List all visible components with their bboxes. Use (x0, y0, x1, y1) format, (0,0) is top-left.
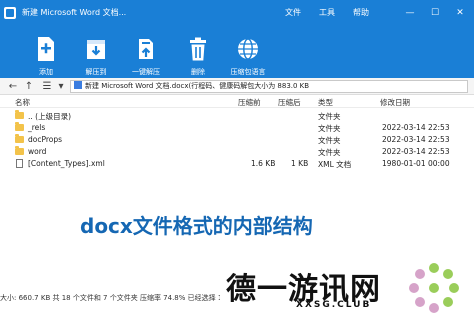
caption-text: docx文件格式的内部结构 (80, 214, 313, 238)
list-item[interactable]: _rels 文件夹 2022-03-14 22:53 (0, 122, 474, 133)
item-name: [Content_Types].xml (28, 159, 105, 168)
folder-icon (15, 146, 24, 155)
title-bar: 新建 Microsoft Word 文档... 文件 工具 帮助 — ☐ ✕ (0, 0, 474, 26)
app-icon (4, 7, 16, 19)
menu-help[interactable]: 帮助 (353, 8, 369, 17)
path-text: 新建 Microsoft Word 文档.docx(行程码、健康码解包大小为 8… (85, 82, 310, 90)
menu-bar: 文件 工具 帮助 (267, 7, 369, 18)
menu-tools[interactable]: 工具 (319, 8, 335, 17)
up-arrow-icon[interactable]: ↑ (22, 80, 36, 93)
one-click-extract-button[interactable]: 一键解压 (121, 36, 171, 77)
column-size-before[interactable]: 压缩前 (238, 97, 261, 108)
folder-icon (15, 134, 24, 143)
brand-url: XXSG.CLUB (296, 300, 372, 310)
toolbar: 添加 解压到 一键解压 删除 压缩包语言 (0, 26, 474, 78)
column-modified[interactable]: 修改日期 (380, 97, 410, 108)
item-date: 2022-03-14 22:53 (382, 147, 450, 156)
list-item[interactable]: [Content_Types].xml 1.6 KB 1 KB XML 文档 1… (0, 158, 474, 169)
globe-icon (238, 38, 258, 60)
item-name: .. (上级目录) (28, 112, 72, 121)
one-click-extract-icon (139, 39, 153, 59)
trash-icon (190, 37, 206, 61)
menu-file[interactable]: 文件 (285, 8, 301, 17)
status-bar: 大小: 660.7 KB 共 18 个文件和 7 个文件夹 压缩率 74.8% … (0, 294, 220, 302)
close-button[interactable]: ✕ (448, 2, 472, 24)
delete-button[interactable]: 删除 (173, 36, 223, 77)
list-item[interactable]: docProps 文件夹 2022-03-14 22:53 (0, 134, 474, 145)
extract-to-button[interactable]: 解压到 (71, 36, 121, 77)
item-name: docProps (28, 135, 63, 144)
dropdown-chevron-icon[interactable]: ▾ (54, 80, 68, 93)
list-item[interactable]: word 文件夹 2022-03-14 22:53 (0, 146, 474, 157)
item-type: 文件夹 (318, 136, 341, 145)
path-field[interactable]: 新建 Microsoft Word 文档.docx(行程码、健康码解包大小为 8… (70, 80, 468, 93)
address-bar: ← ↑ ☰ ▾ 新建 Microsoft Word 文档.docx(行程码、健康… (0, 78, 474, 95)
item-type: XML 文档 (318, 160, 352, 169)
extract-to-icon (87, 40, 105, 59)
extract-to-label: 解压到 (85, 68, 107, 76)
item-date: 1980-01-01 00:00 (382, 159, 450, 168)
add-icon (38, 37, 54, 61)
one-click-extract-label: 一键解压 (132, 68, 160, 76)
file-list: 名称 压缩前 压缩后 类型 修改日期 .. (上级目录) 文件夹 _rels 文… (0, 96, 474, 192)
file-icon (16, 159, 23, 168)
archive-language-label: 压缩包语言 (230, 68, 266, 76)
item-date: 2022-03-14 22:53 (382, 123, 450, 132)
folder-icon (15, 122, 24, 131)
minimize-button[interactable]: — (398, 2, 422, 24)
add-button[interactable]: 添加 (21, 36, 71, 77)
window-title: 新建 Microsoft Word 文档... (22, 8, 127, 17)
archive-language-button[interactable]: 压缩包语言 (223, 36, 273, 77)
item-size-before: 1.6 KB (251, 159, 276, 168)
column-type[interactable]: 类型 (318, 97, 333, 108)
list-item[interactable]: .. (上级目录) 文件夹 (0, 110, 474, 121)
add-label: 添加 (39, 68, 53, 76)
column-size-after[interactable]: 压缩后 (278, 97, 301, 108)
view-list-icon[interactable]: ☰ (40, 80, 54, 93)
maximize-button[interactable]: ☐ (423, 2, 447, 24)
item-type: 文件夹 (318, 148, 341, 157)
column-name[interactable]: 名称 (15, 97, 30, 108)
back-arrow-icon[interactable]: ← (6, 80, 20, 93)
folder-icon (15, 110, 24, 119)
item-size-after: 1 KB (291, 159, 309, 168)
item-name: _rels (28, 123, 46, 132)
item-name: word (28, 147, 47, 156)
item-date: 2022-03-14 22:53 (382, 135, 450, 144)
archive-icon (74, 81, 82, 89)
delete-label: 删除 (191, 68, 205, 76)
list-header: 名称 压缩前 压缩后 类型 修改日期 (0, 96, 474, 108)
item-type: 文件夹 (318, 124, 341, 133)
brand-logo-icon (409, 263, 459, 313)
item-type: 文件夹 (318, 112, 341, 121)
